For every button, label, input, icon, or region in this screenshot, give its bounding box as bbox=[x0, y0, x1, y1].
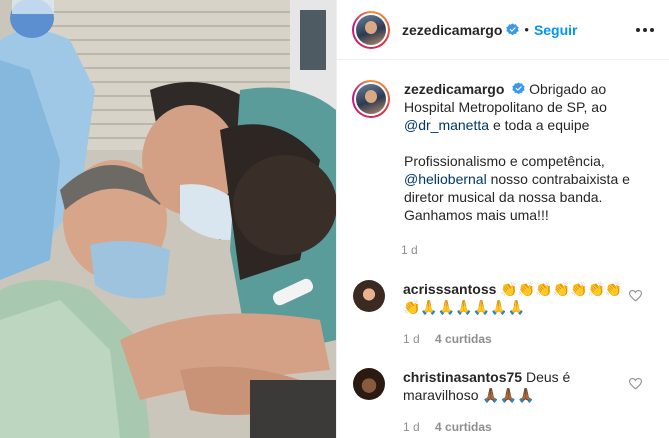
post-photo-illustration bbox=[0, 0, 336, 438]
post-header: zezedicamargo • Seguir bbox=[337, 0, 669, 60]
heart-icon[interactable] bbox=[629, 378, 642, 390]
comment-meta: 1 d 4 curtidas bbox=[403, 420, 492, 434]
caption-username[interactable]: zezedicamargo bbox=[404, 81, 504, 97]
comment-username[interactable]: acrisssantoss bbox=[403, 281, 496, 297]
heart-icon[interactable] bbox=[629, 290, 642, 302]
comment-username[interactable]: christinasantos75 bbox=[403, 369, 522, 385]
follow-button[interactable]: Seguir bbox=[534, 22, 578, 38]
caption-avatar[interactable] bbox=[352, 80, 390, 118]
avatar-image bbox=[356, 84, 386, 114]
avatar-image bbox=[356, 14, 386, 45]
commenter-avatar[interactable] bbox=[353, 280, 385, 312]
comment-timestamp[interactable]: 1 d bbox=[403, 420, 420, 434]
header-separator: • bbox=[524, 22, 529, 37]
post-caption: zezedicamargo Obrigado ao Hospital Metro… bbox=[352, 80, 657, 224]
caption-text: zezedicamargo Obrigado ao Hospital Metro… bbox=[404, 80, 652, 224]
mention-link[interactable]: @heliobernal bbox=[404, 171, 487, 187]
comment-timestamp[interactable]: 1 d bbox=[403, 332, 420, 346]
more-options-icon[interactable] bbox=[636, 22, 654, 38]
header-username[interactable]: zezedicamargo bbox=[402, 22, 502, 38]
caption-text-part: Profissionalismo e competência, bbox=[404, 153, 605, 169]
post-photo[interactable] bbox=[0, 0, 336, 438]
verified-badge-icon bbox=[512, 82, 525, 95]
comment-meta: 1 d 4 curtidas bbox=[403, 332, 492, 346]
comment-likes[interactable]: 4 curtidas bbox=[435, 332, 492, 346]
comment-text: acrisssantoss 👏👏👏👏👏👏👏👏🙏🙏🙏🙏🙏🙏 bbox=[403, 280, 625, 316]
caption-text-part: e toda a equipe bbox=[492, 117, 590, 133]
mention-link[interactable]: @dr_manetta bbox=[404, 117, 489, 133]
comment-text: christinasantos75 Deus é maravilhoso 🙏🏾🙏… bbox=[403, 368, 625, 404]
caption-timestamp[interactable]: 1 d bbox=[401, 243, 418, 257]
commenter-avatar[interactable] bbox=[353, 368, 385, 400]
verified-badge-icon bbox=[506, 23, 520, 36]
header-avatar[interactable] bbox=[352, 10, 390, 49]
comment-likes[interactable]: 4 curtidas bbox=[435, 420, 492, 434]
